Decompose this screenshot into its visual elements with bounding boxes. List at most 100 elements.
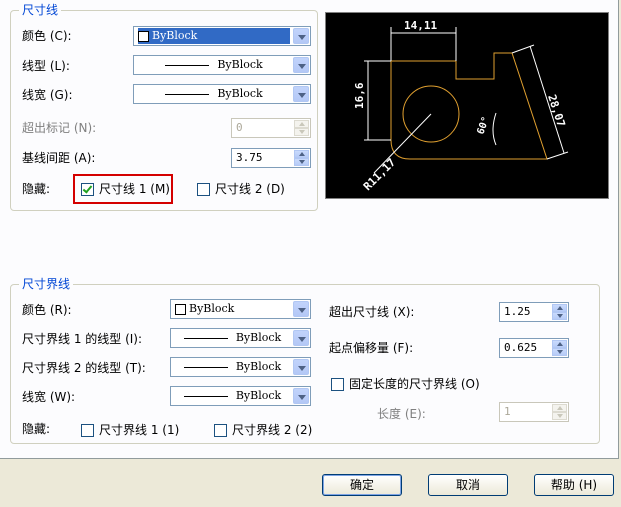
color-swatch-icon <box>138 30 149 42</box>
dim-text-left: 16,6 <box>353 82 366 109</box>
chevron-down-icon[interactable] <box>293 86 309 102</box>
chevron-down-icon[interactable] <box>293 301 309 317</box>
spinner-buttons <box>294 150 309 166</box>
ext-suppress-label: 隐藏: <box>22 422 51 436</box>
ext-color-value-wrap: ByBlock <box>175 301 290 317</box>
spin-down-icon[interactable] <box>552 412 567 420</box>
ext-linetype1-select[interactable]: ByBlock <box>170 328 311 348</box>
dim-text-right: 28,07 <box>545 93 568 129</box>
ext-lineweight-select[interactable]: ByBlock <box>170 386 311 406</box>
spinner-buttons <box>294 120 309 136</box>
preview-drawing: 14,11 16,6 28,07 60° R11,17 <box>353 19 569 193</box>
dim-suppress-label: 隐藏: <box>22 182 51 196</box>
suppress-ext-line-1-checkbox[interactable]: 尺寸界线 1 (1) <box>81 422 179 438</box>
fixed-length-label: 固定长度的尺寸界线 (O) <box>349 377 480 391</box>
ext-lineweight-value: ByBlock <box>235 389 282 402</box>
dim-lineweight-value-wrap: ByBlock <box>138 86 290 102</box>
dim-line-legend: 尺寸线 <box>19 2 62 18</box>
dim-lineweight-label: 线宽 (G): <box>22 88 73 102</box>
extend-beyond-value: 1.25 <box>504 305 531 318</box>
chevron-down-icon[interactable] <box>293 330 309 346</box>
chevron-down-icon[interactable] <box>293 388 309 404</box>
dialog-tab-panel: 尺寸线 颜色 (C): ByBlock 线型 (L): ByBlock 线宽 (… <box>0 0 619 459</box>
ext-linetype1-label: 尺寸界线 1 的线型 (I): <box>22 332 143 346</box>
dim-color-select[interactable]: ByBlock <box>133 26 311 46</box>
checkbox-icon[interactable] <box>197 182 210 196</box>
fixed-length-checkbox[interactable]: 固定长度的尺寸界线 (O) <box>331 376 480 392</box>
baseline-spacing-label: 基线间距 (A): <box>22 151 96 165</box>
ext-linetype1-value-wrap: ByBlock <box>175 330 290 346</box>
checkbox-icon[interactable] <box>214 423 227 437</box>
line-sample-icon <box>165 93 210 95</box>
chevron-down-icon[interactable] <box>293 28 309 44</box>
spinner-buttons <box>552 404 567 420</box>
extend-beyond-label: 超出尺寸线 (X): <box>329 305 415 319</box>
dim-linetype-label: 线型 (L): <box>22 59 70 73</box>
spin-down-icon[interactable] <box>294 128 309 136</box>
chevron-down-icon[interactable] <box>293 57 309 73</box>
ext-color-label: 颜色 (R): <box>22 303 72 317</box>
suppress-ext-line-2-label: 尺寸界线 2 (2) <box>232 423 313 437</box>
ext-lineweight-value-wrap: ByBlock <box>175 388 290 404</box>
spin-up-icon[interactable] <box>552 340 567 348</box>
dim-linetype-select[interactable]: ByBlock <box>133 55 311 75</box>
length-spinner[interactable]: 1 <box>499 402 569 422</box>
ext-linetype2-select[interactable]: ByBlock <box>170 357 311 377</box>
offset-value: 0.625 <box>504 341 538 354</box>
cancel-button[interactable]: 取消 <box>428 474 508 496</box>
spin-up-icon[interactable] <box>552 304 567 312</box>
spin-up-icon[interactable] <box>294 120 309 128</box>
extend-ticks-label: 超出标记 (N): <box>22 121 97 135</box>
spinner-buttons <box>552 304 567 320</box>
offset-label: 起点偏移量 (F): <box>329 341 414 355</box>
extend-ticks-spinner[interactable]: 0 <box>231 118 311 138</box>
length-label: 长度 (E): <box>377 407 426 421</box>
checkbox-icon[interactable] <box>81 423 94 437</box>
dim-text-angle: 60° <box>475 115 492 136</box>
chevron-down-icon[interactable] <box>293 359 309 375</box>
suppress-dim-line-2-checkbox[interactable]: 尺寸线 2 (D) <box>197 181 285 197</box>
dim-color-label: 颜色 (C): <box>22 29 72 43</box>
dim-linetype-value: ByBlock <box>217 58 263 71</box>
extend-ticks-value: 0 <box>236 121 243 134</box>
color-swatch-icon <box>175 303 186 315</box>
spin-up-icon[interactable] <box>552 404 567 412</box>
ext-linetype2-label: 尺寸界线 2 的线型 (T): <box>22 361 146 375</box>
extend-beyond-spinner[interactable]: 1.25 <box>499 302 569 322</box>
baseline-spacing-spinner[interactable]: 3.75 <box>231 148 311 168</box>
dim-linetype-value-wrap: ByBlock <box>138 57 290 73</box>
spin-up-icon[interactable] <box>294 150 309 158</box>
checkbox-icon[interactable] <box>331 377 344 391</box>
ext-linetype1-value: ByBlock <box>235 331 282 344</box>
dim-text-top: 14,11 <box>404 19 437 32</box>
dimension-lines <box>364 27 569 174</box>
dim-color-value: ByBlock <box>152 29 198 42</box>
dim-text-radius: R11,17 <box>361 156 398 193</box>
part-outline <box>390 52 548 160</box>
ext-linetype2-value-wrap: ByBlock <box>175 359 290 375</box>
line-sample-icon <box>165 64 210 66</box>
ext-linetype2-value: ByBlock <box>235 360 282 373</box>
dimension-preview: 14,11 16,6 28,07 60° R11,17 <box>325 12 609 199</box>
ok-button[interactable]: 确定 <box>322 474 402 496</box>
spin-down-icon[interactable] <box>552 348 567 356</box>
line-sample-icon <box>183 395 228 397</box>
highlight-annotation <box>73 174 173 204</box>
ext-color-value: ByBlock <box>189 302 235 315</box>
ext-lineweight-label: 线宽 (W): <box>22 390 76 404</box>
dim-lineweight-select[interactable]: ByBlock <box>133 84 311 104</box>
ext-line-legend: 尺寸界线 <box>19 276 74 292</box>
suppress-ext-line-2-checkbox[interactable]: 尺寸界线 2 (2) <box>214 422 312 438</box>
spin-down-icon[interactable] <box>294 158 309 166</box>
help-button[interactable]: 帮助 (H) <box>534 474 614 496</box>
suppress-dim-line-2-label: 尺寸线 2 (D) <box>215 182 285 196</box>
dim-color-value-wrap: ByBlock <box>138 28 290 44</box>
dim-lineweight-value: ByBlock <box>217 87 263 100</box>
suppress-ext-line-1-label: 尺寸界线 1 (1) <box>99 423 180 437</box>
ext-color-select[interactable]: ByBlock <box>170 299 311 319</box>
offset-spinner[interactable]: 0.625 <box>499 338 569 358</box>
length-value: 1 <box>504 405 511 418</box>
line-sample-icon <box>183 366 228 368</box>
spin-down-icon[interactable] <box>552 312 567 320</box>
spinner-buttons <box>552 340 567 356</box>
